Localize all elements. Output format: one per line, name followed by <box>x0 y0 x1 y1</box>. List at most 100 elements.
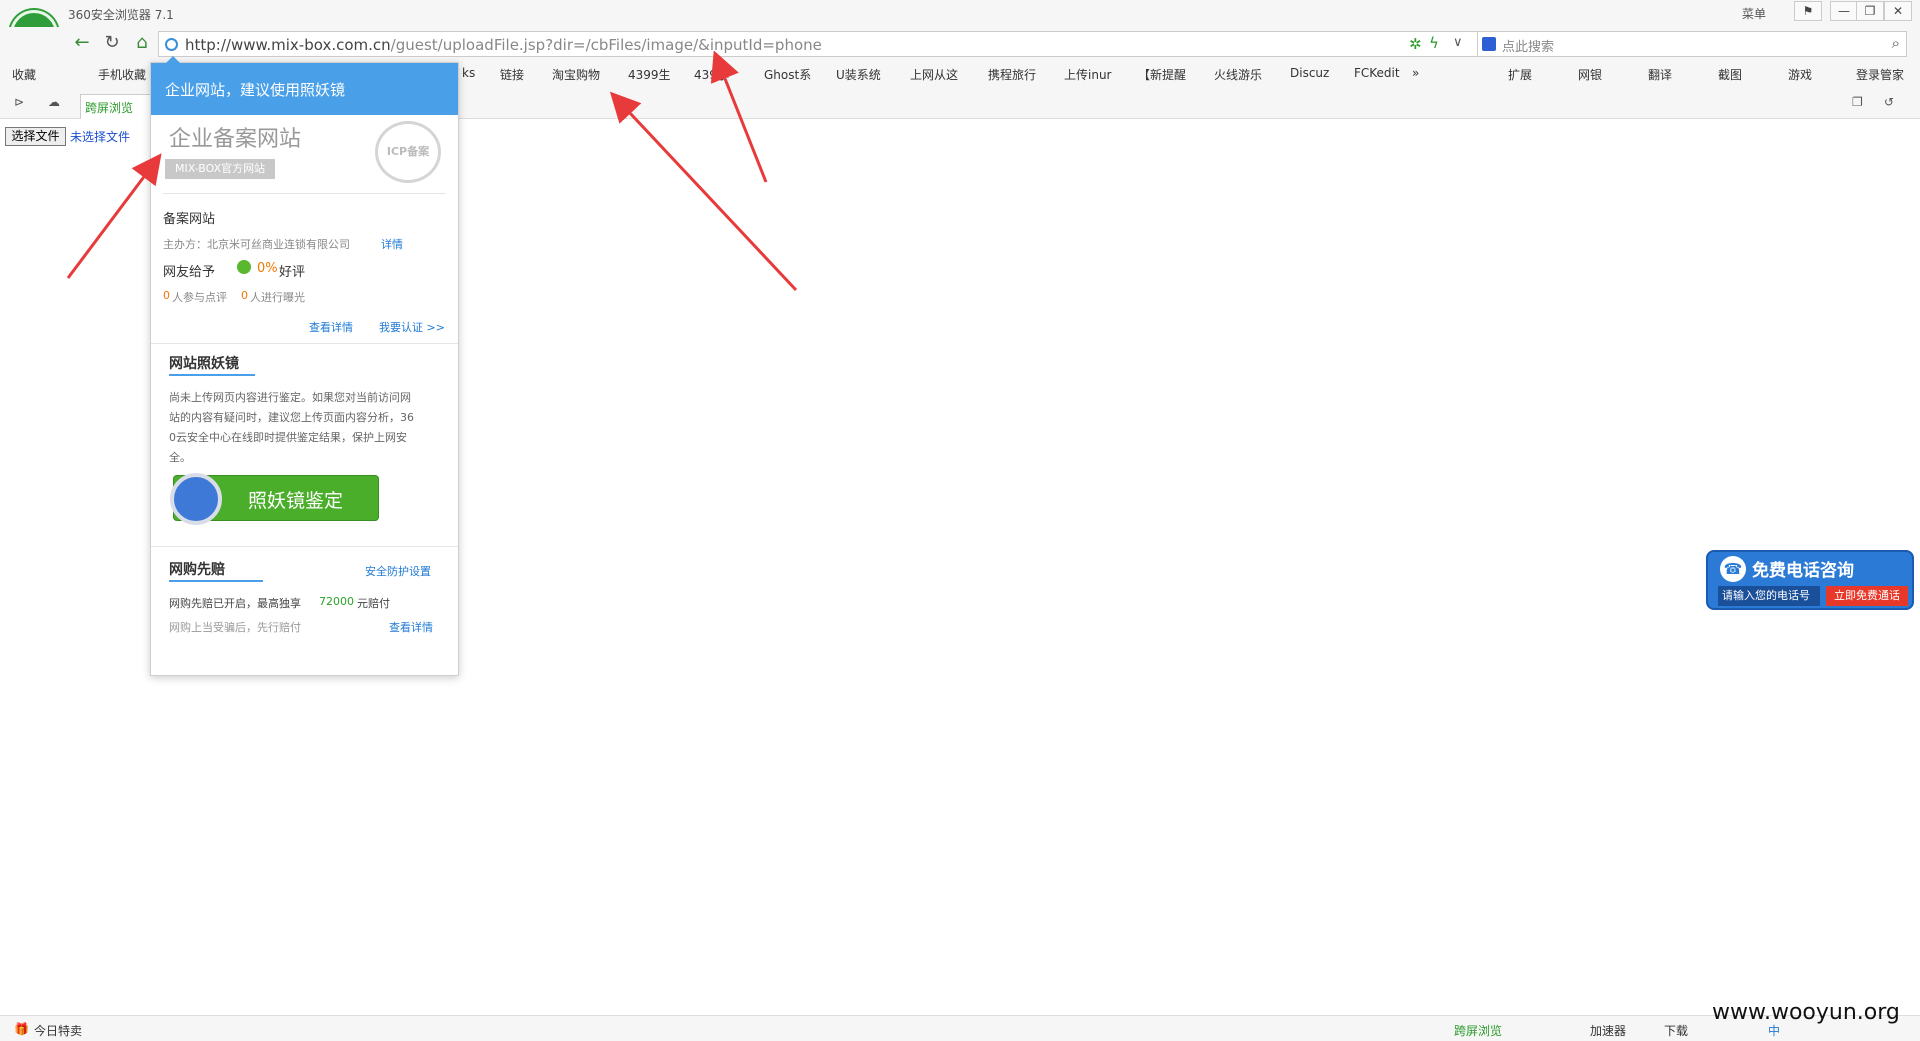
bookmark-start[interactable]: 上网从这 <box>910 66 958 83</box>
mirror-desc-1: 尚未上传网页内容进行鉴定。如果您对当前访问网 <box>169 391 411 404</box>
url-text: http://www.mix-box.com.cn/guest/uploadFi… <box>185 36 822 54</box>
phone-icon: ☎ <box>1720 556 1746 582</box>
divider <box>151 343 458 344</box>
back-icon[interactable]: ← <box>70 32 94 56</box>
search-placeholder: 点此搜索 <box>1502 40 1555 55</box>
corp-tag: MIX-BOX官方网站 <box>165 159 276 179</box>
url-path: /guest/uploadFile.jsp?dir=/cbFiles/image… <box>390 36 822 54</box>
corp-title: 企业备案网站 <box>169 127 302 152</box>
review-count-label: 人参与点评 <box>172 291 227 304</box>
bookmark-fckedit[interactable]: FCKedit <box>1354 66 1400 80</box>
mirror-desc-4: 全。 <box>169 451 191 464</box>
section-underline <box>169 374 255 376</box>
bookmark-reminder[interactable]: 【新提醒 <box>1138 66 1186 83</box>
extension-button[interactable]: 扩展 <box>1508 66 1532 83</box>
bookmark-ks[interactable]: ks <box>462 66 475 80</box>
shop-line-2: 网购上当受骗后，先行赔付 <box>169 621 301 634</box>
compat-mode-icon[interactable]: ✲ <box>1409 35 1422 53</box>
mirror-check-button[interactable]: 照妖镜鉴定 <box>170 473 379 525</box>
bookmark-taobao[interactable]: 淘宝购物 <box>552 66 600 83</box>
download-button[interactable]: 下载 <box>1664 1022 1688 1039</box>
search-engine-icon[interactable] <box>1482 37 1496 51</box>
file-status: 未选择文件 <box>70 130 131 144</box>
menu-button[interactable]: 菜单 <box>1742 5 1766 22</box>
bookmark-4399a[interactable]: 4399生 <box>628 66 671 83</box>
security-settings-link[interactable]: 安全防护设置 <box>365 563 431 579</box>
watermark: www.wooyun.org <box>1712 1000 1900 1025</box>
globe-icon <box>165 38 178 51</box>
bookmark-4399b[interactable]: 439小 <box>694 66 729 83</box>
shop-detail-link[interactable]: 查看详情 <box>389 619 433 635</box>
bookmark-game[interactable]: 火线游乐 <box>1214 66 1262 83</box>
divider <box>151 546 458 547</box>
accelerator-button[interactable]: 加速器 <box>1590 1022 1626 1039</box>
record-label: 备案网站 <box>163 212 216 227</box>
section-mirror-title: 网站照妖镜 <box>169 356 239 372</box>
app-title: 360安全浏览器 7.1 <box>68 8 174 22</box>
bookmark-upload[interactable]: 上传inur <box>1064 66 1111 83</box>
bank-button[interactable]: 网银 <box>1578 66 1602 83</box>
detail-link[interactable]: 详情 <box>381 236 403 252</box>
maximize-button[interactable]: ❐ <box>1856 1 1884 21</box>
bookmark-links[interactable]: 链接 <box>500 66 524 83</box>
choose-file-button[interactable]: 选择文件 <box>5 127 66 146</box>
url-host: http://www.mix-box.com.cn <box>185 36 391 54</box>
bookmark-favorites[interactable]: 收藏 <box>12 66 36 83</box>
minimize-button[interactable]: — <box>1830 1 1858 21</box>
login-manager-button[interactable]: 登录管家 <box>1856 66 1904 83</box>
speed-mode-icon[interactable]: ϟ <box>1429 34 1439 52</box>
bookmark-discuz[interactable]: Discuz <box>1290 66 1329 80</box>
games-button[interactable]: 游戏 <box>1788 66 1812 83</box>
review-count: 0 <box>163 289 170 302</box>
phone-number-input[interactable]: 请输入您的电话号 <box>1718 586 1820 606</box>
mirror-desc-2: 站的内容有疑问时，建议您上传页面内容分析，36 <box>169 411 414 424</box>
status-bar: 🎁 今日特卖 跨屏浏览 加速器 下载 中 <box>0 1015 1920 1041</box>
rating-suffix: 好评 <box>279 265 306 280</box>
gift-icon: 🎁 <box>14 1022 29 1036</box>
pin-icon[interactable]: ⚑ <box>1794 1 1822 21</box>
cloud-icon[interactable]: ☁ <box>48 95 60 109</box>
popup-header: 企业网站，建议使用照妖镜 <box>151 63 458 115</box>
view-detail-link[interactable]: 查看详情 <box>309 319 353 335</box>
title-bar: 360安全浏览器 7.1 菜单 ⚑ — ❐ ✕ <box>0 0 1920 27</box>
apple-icon <box>237 260 251 274</box>
chevron-down-icon[interactable]: ∨ <box>1453 35 1463 50</box>
bookmark-ghost[interactable]: Ghost系 <box>764 66 811 83</box>
sponsor-text: 主办方：北京米可丝商业连锁有限公司 <box>163 238 350 251</box>
address-row: ← ↻ ⌂ http://www.mix-box.com.cn/guest/up… <box>0 27 1920 61</box>
bookmark-ctrip[interactable]: 携程旅行 <box>988 66 1036 83</box>
security-popup: 企业网站，建议使用照妖镜 企业备案网站 MIX-BOX官方网站 ICP备案 备案… <box>150 56 459 676</box>
divider <box>163 193 446 194</box>
section-shop-title: 网购先赔 <box>169 562 225 578</box>
free-call-button[interactable]: 立即免费通话 <box>1826 586 1908 606</box>
translate-button[interactable]: 翻译 <box>1648 66 1672 83</box>
browser-window: 360安全浏览器 7.1 菜单 ⚑ — ❐ ✕ e ← ↻ ⌂ http://w… <box>0 0 1920 1041</box>
home-icon[interactable]: ⌂ <box>130 32 154 56</box>
url-input[interactable]: http://www.mix-box.com.cn/guest/uploadFi… <box>158 31 1478 57</box>
undo-close-icon[interactable]: ↺ <box>1884 95 1894 109</box>
search-input[interactable]: 点此搜索 ⌕ <box>1477 31 1907 57</box>
search-icon[interactable]: ⌕ <box>1892 34 1900 52</box>
daily-sale-link[interactable]: 今日特卖 <box>34 1022 82 1039</box>
refresh-icon[interactable]: ↻ <box>100 32 124 56</box>
bookmark-uinstall[interactable]: U装系统 <box>836 66 881 83</box>
phone-widget-title: 免费电话咨询 <box>1752 561 1854 581</box>
bookmark-more[interactable]: » <box>1412 66 1419 80</box>
rating-prefix: 网友给予 <box>163 265 216 280</box>
certify-link[interactable]: 我要认证 >> <box>379 319 445 335</box>
close-button[interactable]: ✕ <box>1884 1 1912 21</box>
sidebar-toggle-icon[interactable]: ⊳ <box>14 95 24 109</box>
cross-screen-link[interactable]: 跨屏浏览 <box>1454 1022 1502 1039</box>
mirror-check-label: 照妖镜鉴定 <box>248 490 344 512</box>
tab-cross-screen[interactable]: 跨屏浏览 <box>80 94 154 119</box>
expose-count: 0 <box>241 289 248 302</box>
screenshot-button[interactable]: 截图 <box>1718 66 1742 83</box>
popup-caret <box>166 56 180 63</box>
shop-line-post: 元赔付 <box>357 597 390 610</box>
icp-seal-icon: ICP备案 <box>375 121 441 183</box>
restore-tab-icon[interactable]: ❐ <box>1852 95 1863 109</box>
shop-line-pre: 网购先赔已开启，最高独享 <box>169 597 301 610</box>
bookmark-mobile[interactable]: 手机收藏 <box>98 66 146 83</box>
mirror-desc-3: 0云安全中心在线即时提供鉴定结果，保护上网安 <box>169 431 407 444</box>
expose-count-label: 人进行曝光 <box>250 291 305 304</box>
